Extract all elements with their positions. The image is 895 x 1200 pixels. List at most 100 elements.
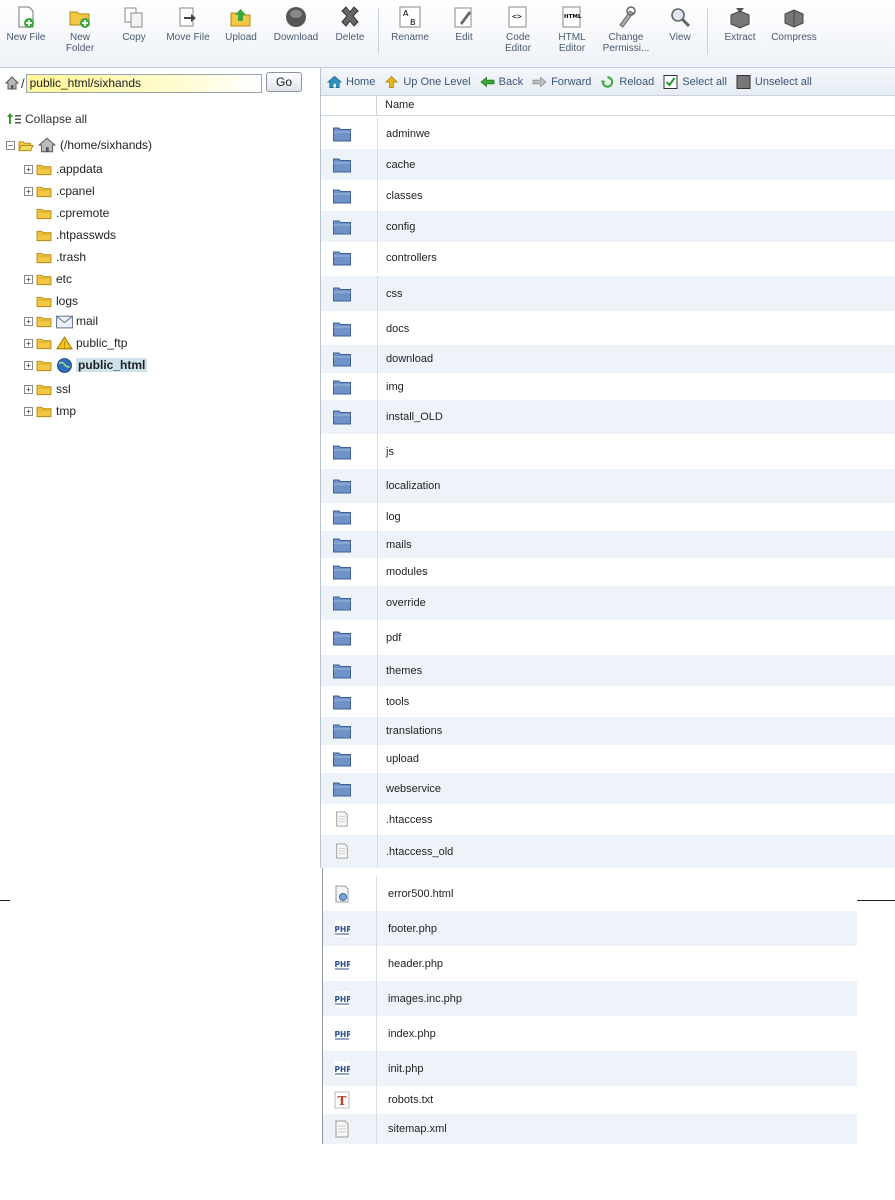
column-divider (377, 149, 378, 180)
name-column-header[interactable]: Name (385, 99, 414, 111)
folder-row[interactable]: upload (321, 745, 895, 773)
edit-icon (454, 7, 472, 28)
file-row[interactable]: PHP footer.php (322, 911, 857, 946)
file-row[interactable]: Trobots.txt (322, 1086, 857, 1114)
expand-toggle-icon[interactable]: + (24, 316, 33, 326)
folder-row[interactable]: pdf (321, 620, 895, 655)
tree-node-tmp[interactable]: + tmp (24, 402, 76, 420)
html-editor-button[interactable]: HTML HTML Editor (542, 4, 602, 54)
home-icon[interactable] (4, 75, 20, 91)
expand-toggle-icon[interactable]: + (24, 274, 33, 284)
file-name: modules (386, 566, 428, 578)
up-level-icon (385, 75, 399, 88)
file-row[interactable]: PHP init.php (322, 1051, 857, 1086)
code-editor-button[interactable]: <> Code Editor (488, 4, 548, 54)
folder-row[interactable]: mails (321, 531, 895, 558)
nav-forward-button[interactable]: Forward (532, 75, 591, 89)
folder-row[interactable]: config (321, 211, 895, 242)
folder-row[interactable]: classes (321, 180, 895, 211)
new-file-button[interactable]: New File (0, 4, 56, 43)
folder-row[interactable]: download (321, 345, 895, 373)
copy-button[interactable]: Copy (104, 4, 164, 43)
tree-node-cpanel[interactable]: + .cpanel (24, 182, 95, 200)
expand-toggle-icon[interactable]: + (24, 338, 33, 348)
nav-reload-button[interactable]: Reload (600, 75, 654, 89)
tree-node-public-ftp[interactable]: +! public_ftp (24, 334, 127, 352)
move-file-button[interactable]: Move File (158, 4, 218, 43)
nav-forward-label: Forward (551, 75, 592, 88)
folder-row[interactable]: docs (321, 311, 895, 346)
column-divider (377, 745, 378, 773)
folder-row[interactable]: install_OLD (321, 400, 895, 434)
expand-toggle-icon[interactable]: + (24, 186, 33, 196)
folder-row[interactable]: adminwe (321, 118, 895, 149)
toolbar-button-label: Download (273, 32, 319, 43)
path-input[interactable] (25, 73, 262, 93)
expand-toggle-icon[interactable]: + (24, 384, 33, 394)
tree-node-etc[interactable]: + etc (24, 270, 72, 288)
download-button[interactable]: Download (266, 4, 326, 43)
rename-button[interactable]: A B Rename (380, 4, 440, 43)
file-row[interactable]: PHP images.inc.php (322, 981, 857, 1016)
php-file-icon: PHP (335, 1060, 350, 1077)
tree-node-cpremote[interactable]: .cpremote (24, 204, 109, 222)
collapse-all-link[interactable]: Collapse all (6, 112, 87, 126)
expand-toggle-icon[interactable]: + (24, 360, 33, 370)
folder-row[interactable]: controllers (321, 242, 895, 273)
folder-row[interactable]: webservice (321, 773, 895, 804)
file-row[interactable]: PHP index.php (322, 1016, 857, 1051)
folder-row[interactable]: js (321, 434, 895, 469)
file-row[interactable]: error500.html (322, 876, 857, 911)
expand-toggle-icon[interactable]: + (24, 164, 33, 174)
collapse-toggle-icon[interactable]: − (6, 140, 15, 150)
expand-toggle-icon[interactable]: + (24, 406, 33, 416)
file-row[interactable]: PHP header.php (322, 946, 857, 981)
folder-row[interactable]: log (321, 503, 895, 531)
tree-node-label: .cpremote (56, 206, 110, 220)
new-folder-button[interactable]: New Folder (50, 4, 110, 54)
tree-node-htpasswds[interactable]: .htpasswds (24, 226, 116, 244)
nav-up-button[interactable]: Up One Level (384, 75, 471, 89)
folder-row[interactable]: img (321, 373, 895, 400)
tree-node-mail[interactable]: + mail (24, 312, 98, 330)
folder-icon (333, 695, 351, 709)
compress-button[interactable]: Compress (764, 4, 824, 43)
file-row[interactable]: .htaccess (321, 804, 895, 835)
file-name: header.php (388, 957, 444, 970)
upload-button[interactable]: Upload (211, 4, 271, 43)
column-divider (377, 804, 378, 835)
folder-row[interactable]: themes (321, 655, 895, 686)
tree-root[interactable]: − (/home/sixhands) (6, 136, 152, 154)
file-row[interactable]: .htaccess_old (321, 835, 895, 868)
file-name: controllers (386, 251, 437, 264)
tree-root-label: (/home/sixhands) (60, 138, 153, 152)
permissions-button[interactable]: Change Permissi... (596, 4, 656, 54)
folder-row[interactable]: override (321, 586, 895, 620)
nav-back-button[interactable]: Back (480, 75, 523, 89)
folder-row[interactable]: localization (321, 469, 895, 503)
nav-select-all-button[interactable]: Select all (663, 74, 727, 89)
nav-unselect-all-button[interactable]: Unselect all (736, 74, 812, 89)
toolbar-button-label: View (669, 32, 691, 43)
file-name: css (386, 287, 403, 300)
tree-node-logs[interactable]: logs (24, 292, 78, 310)
toolbar-button-label: Extract (724, 32, 756, 43)
folder-row[interactable]: modules (321, 558, 895, 586)
edit-button[interactable]: Edit (434, 4, 494, 43)
view-button[interactable]: View (650, 4, 710, 43)
file-row[interactable]: sitemap.xml (322, 1114, 857, 1144)
folder-row[interactable]: cache (321, 149, 895, 180)
tree-node-public-html[interactable]: + public_html (24, 356, 148, 374)
folder-row[interactable]: translations (321, 717, 895, 745)
nav-home-button[interactable]: Home (327, 75, 375, 89)
delete-button[interactable]: Delete (320, 4, 380, 43)
go-button[interactable]: Go (266, 72, 302, 92)
folder-icon (36, 360, 52, 371)
tree-node-appdata[interactable]: + .appdata (24, 160, 103, 178)
folder-row[interactable]: css (321, 276, 895, 311)
tree-node-trash[interactable]: .trash (24, 248, 86, 266)
extract-button[interactable]: Extract (710, 4, 770, 43)
folder-row[interactable]: tools (321, 686, 895, 717)
tree-node-ssl[interactable]: + ssl (24, 380, 71, 398)
